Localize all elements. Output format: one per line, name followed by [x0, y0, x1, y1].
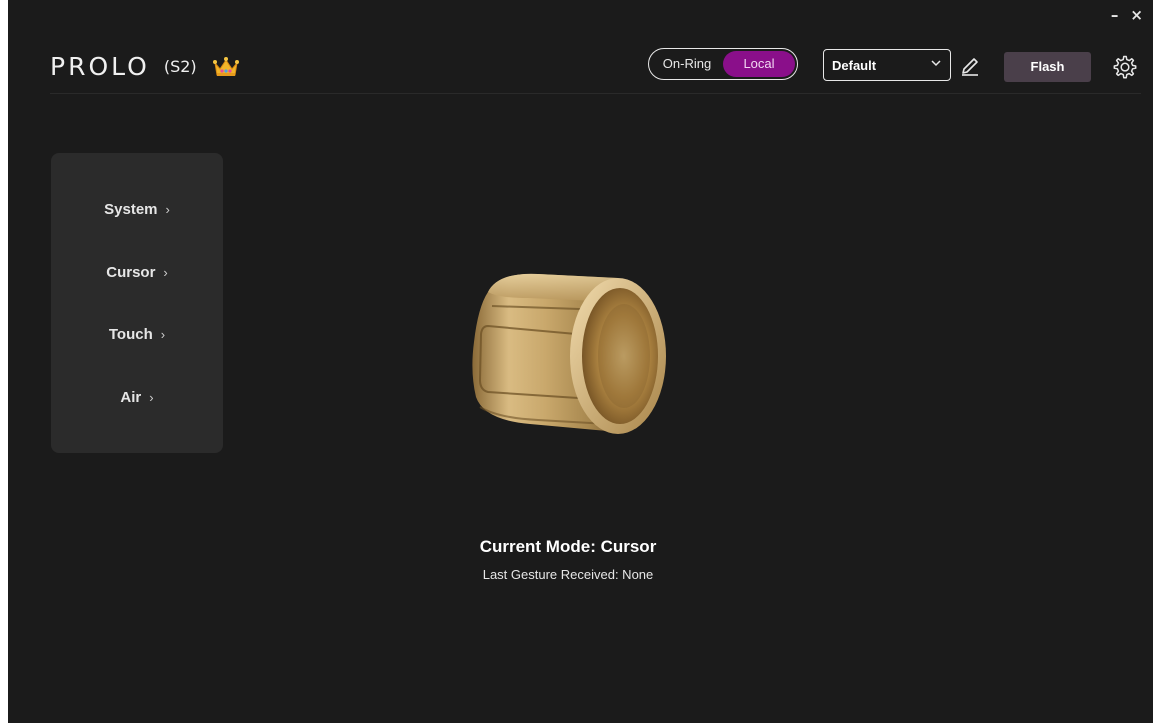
- sidebar-item-system[interactable]: System ›: [51, 201, 223, 218]
- sidebar-item-label: System: [104, 201, 158, 218]
- model-label: (S2): [163, 57, 197, 76]
- chevron-down-icon: [930, 56, 942, 74]
- brand: PROLO (S2): [50, 52, 239, 81]
- toggle-local[interactable]: Local: [723, 51, 795, 77]
- current-mode-label: Current Mode: Cursor: [479, 537, 657, 556]
- crown-icon: [212, 56, 239, 78]
- chevron-right-icon: ›: [149, 390, 154, 405]
- sidebar-item-label: Air: [120, 389, 142, 406]
- toggle-on-ring[interactable]: On-Ring: [651, 51, 723, 77]
- ring-device-image: [458, 262, 678, 452]
- last-gesture-label: Last Gesture Received: None: [482, 567, 654, 582]
- minimize-button[interactable]: –: [1111, 6, 1119, 24]
- sidebar-item-cursor[interactable]: Cursor ›: [51, 264, 223, 281]
- profile-select[interactable]: Default: [823, 49, 951, 81]
- header-divider: [50, 93, 1141, 94]
- pencil-icon[interactable]: [959, 55, 981, 77]
- chevron-right-icon: ›: [163, 265, 168, 280]
- mode-toggle[interactable]: On-Ring Local: [648, 48, 798, 80]
- sidebar-item-label: Cursor: [106, 264, 156, 281]
- profile-select-value: Default: [832, 57, 877, 73]
- chevron-right-icon: ›: [165, 202, 170, 217]
- chevron-right-icon: ›: [160, 327, 166, 342]
- sidebar-item-label: Touch: [108, 326, 153, 343]
- brand-logo: PROLO: [50, 52, 150, 81]
- sidebar-item-touch[interactable]: Touch ›: [51, 326, 223, 343]
- flash-button[interactable]: Flash: [1004, 52, 1091, 82]
- window-controls: – ×: [1111, 6, 1143, 24]
- close-button[interactable]: ×: [1130, 6, 1143, 24]
- sidebar-item-air[interactable]: Air ›: [51, 389, 223, 406]
- app-window: – × PROLO (S2) On-Ring Local Default Fla…: [8, 0, 1153, 723]
- gear-icon[interactable]: [1111, 54, 1137, 80]
- sidebar: System › Cursor › Touch › Air ›: [51, 153, 223, 453]
